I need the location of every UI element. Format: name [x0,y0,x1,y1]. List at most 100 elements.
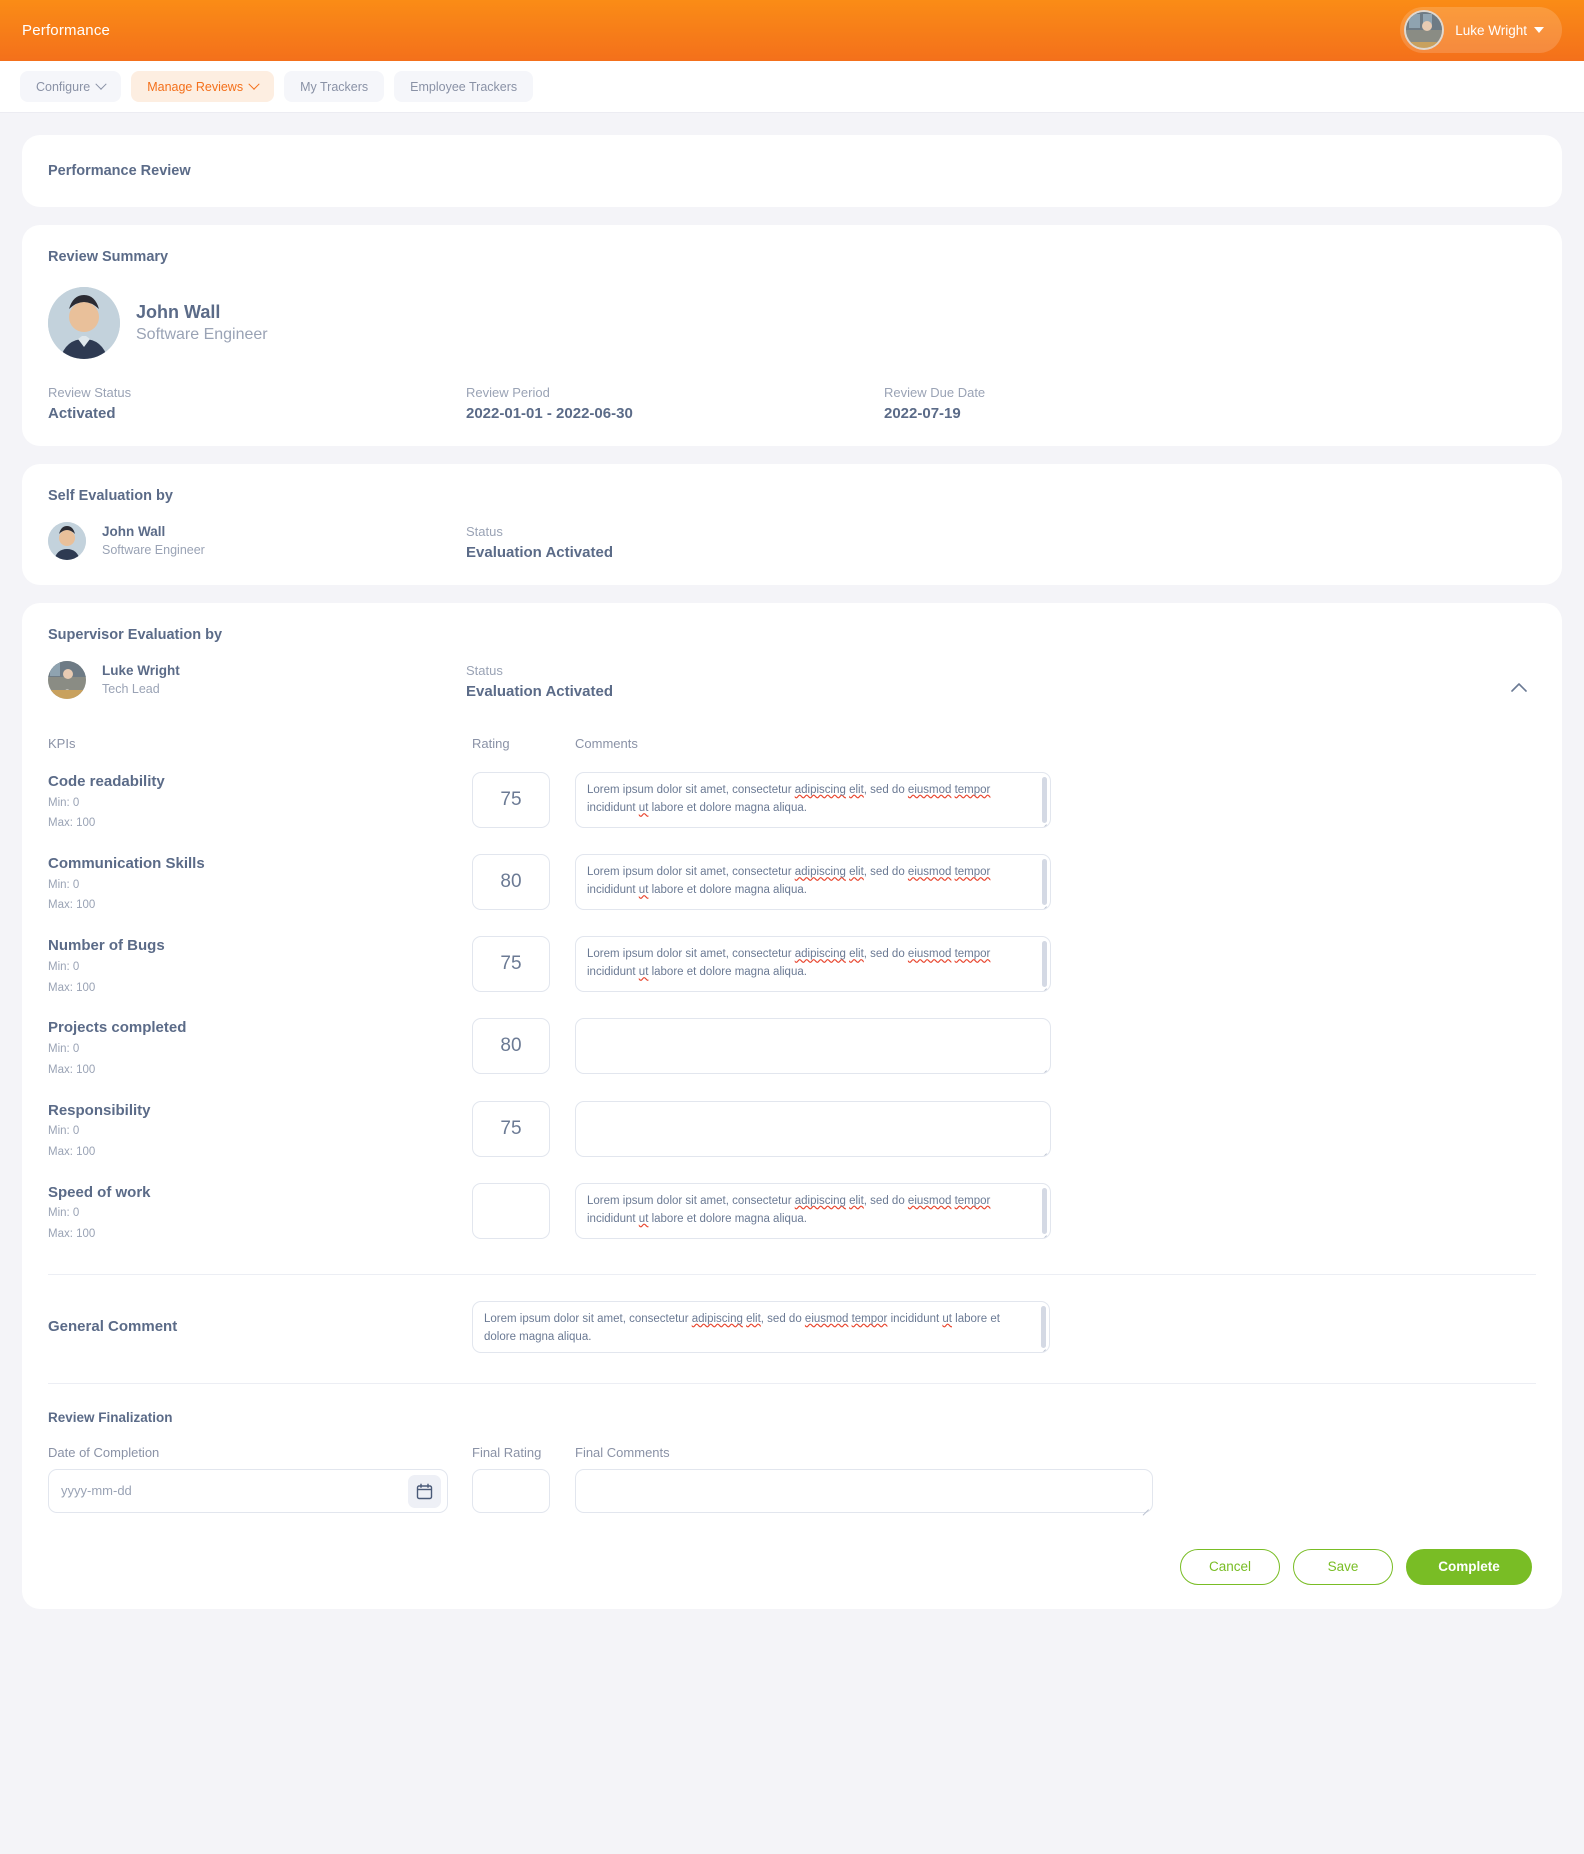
supervisor-evaluation-status: Status Evaluation Activated [466,661,613,700]
final-comments-label: Final Comments [575,1444,670,1460]
kpi-max: Max: 100 [48,981,96,994]
general-comment-label: General Comment [48,1318,178,1336]
employee-block: John Wall Software Engineer [48,287,1536,359]
kpi-comment-cell: Lorem ipsum dolor sit amet, consectetur … [575,936,1536,993]
kpi-comment-cell: Lorem ipsum dolor sit amet, consectetur … [575,854,1536,911]
stat-value: 2022-01-01 - 2022-06-30 [466,405,633,422]
column-header-comments: Comments [575,736,638,751]
user-menu[interactable]: Luke Wright [1400,7,1562,53]
column-header-kpis: KPIs [48,736,76,751]
kpi-comment-textarea[interactable]: Lorem ipsum dolor sit amet, consectetur … [575,772,1051,828]
self-evaluator-role: Software Engineer [102,542,205,557]
nav-item-manage-reviews[interactable]: Manage Reviews [131,71,275,102]
user-name: Luke Wright [1455,22,1527,38]
resize-handle-icon[interactable] [1039,1063,1048,1072]
resize-handle-icon[interactable] [1141,1502,1150,1511]
kpi-table-header: KPIs Rating Comments [48,736,1536,751]
review-summary-card: Review Summary John Wall Software Engine… [22,225,1562,446]
cancel-button[interactable]: Cancel [1180,1548,1280,1585]
stat-label: Review Status [48,385,132,400]
kpi-comment-cell: Lorem ipsum dolor sit amet, consectetur … [575,772,1536,828]
kpi-comment-text: Lorem ipsum dolor sit amet, consectetur … [587,866,991,897]
self-evaluation-header: John Wall Software Engineer Status Evalu… [48,522,1536,561]
self-evaluator-name: John Wall [102,524,166,540]
kpi-comment-cell: Lorem ipsum dolor sit amet, consectetur … [575,1182,1536,1239]
supervisor-block: Luke Wright Tech Lead [48,661,466,699]
scrollbar[interactable] [1042,777,1047,823]
self-evaluation-status: Status Evaluation Activated [466,522,613,561]
kpi-rating-input[interactable]: 75 [472,1100,550,1157]
supervisor-name: Luke Wright [102,663,180,679]
kpi-max: Max: 100 [48,1227,96,1240]
self-evaluation-title: Self Evaluation by [48,488,173,504]
kpi-comment-textarea[interactable] [575,1100,1051,1157]
kpi-rating-cell: 75 [472,772,575,828]
kpi-rating-cell: 80 [472,1018,575,1075]
date-of-completion-label: Date of Completion [48,1444,160,1460]
kpi-info: Communication Skills Min: 0 Max: 100 [48,854,472,915]
kpi-row: Number of Bugs Min: 0 Max: 100 75 Lorem ipsu… [48,936,1536,997]
scrollbar[interactable] [1041,1305,1046,1348]
review-finalization-row: Date of Completion yyyy-mm-dd Final Rati… [48,1445,1536,1513]
complete-button[interactable]: Complete [1406,1548,1532,1585]
kpi-rating-input[interactable]: 80 [472,1018,550,1075]
page-content: Performance Review Review Summary John W… [0,113,1584,1667]
kpi-row: Projects completed Min: 0 Max: 100 80 [48,1018,1536,1079]
scrollbar[interactable] [1042,941,1047,988]
scrollbar[interactable] [1042,859,1047,906]
supervisor-evaluation-header: Luke Wright Tech Lead Status Evaluation … [48,661,1536,700]
kpi-rating-input[interactable]: 75 [472,772,550,828]
kpi-row: Speed of work Min: 0 Max: 100 Lorem ipsum d… [48,1182,1536,1244]
divider [48,1273,1536,1275]
column-header-rating: Rating [472,736,510,751]
nav-label-employee-trackers: Employee Trackers [410,79,518,94]
nav-item-configure[interactable]: Configure [20,71,122,102]
kpi-comment-text: Lorem ipsum dolor sit amet, consectetur … [587,784,991,815]
date-of-completion-input[interactable]: yyyy-mm-dd [48,1468,448,1513]
kpi-min: Min: 0 [48,960,80,973]
nav-label-configure: Configure [36,79,91,94]
kpi-name: Projects completed [48,1019,187,1037]
kpi-comment-textarea[interactable]: Lorem ipsum dolor sit amet, consectetur … [575,1182,1051,1239]
final-comments-textarea[interactable] [575,1468,1153,1513]
chevron-down-icon [248,78,260,90]
status-value: Evaluation Activated [466,683,613,700]
kpi-max: Max: 100 [48,1063,96,1076]
page-title: Performance Review [48,163,191,179]
general-comment-text: Lorem ipsum dolor sit amet, consectetur … [484,1312,1000,1343]
kpi-info: Speed of work Min: 0 Max: 100 [48,1183,472,1244]
supervisor-role: Tech Lead [102,681,160,696]
self-evaluator-avatar [48,522,86,560]
nav-item-employee-trackers[interactable]: Employee Trackers [394,71,534,102]
stat-review-status: Review Status Activated [48,385,466,422]
calendar-icon[interactable] [408,1474,441,1508]
kpi-comment-textarea[interactable]: Lorem ipsum dolor sit amet, consectetur … [575,854,1051,911]
kpi-rating-cell: 75 [472,1100,575,1157]
scrollbar[interactable] [1042,1187,1047,1234]
status-label: Status [466,524,503,539]
general-comment-textarea[interactable]: Lorem ipsum dolor sit amet, consectetur … [472,1300,1050,1353]
kpi-min: Min: 0 [48,878,80,891]
kpi-row: Communication Skills Min: 0 Max: 100 80 Lore… [48,854,1536,915]
supervisor-evaluation-card: Supervisor Evaluation by Luke Wright Tec… [22,603,1562,1609]
kpi-rating-input[interactable]: 80 [472,854,550,911]
stat-review-period: Review Period 2022-01-01 - 2022-06-30 [466,385,884,422]
kpi-rating-input[interactable]: 75 [472,936,550,993]
kpi-info: Code readability Min: 0 Max: 100 [48,772,472,833]
nav-item-my-trackers[interactable]: My Trackers [284,71,385,102]
save-button[interactable]: Save [1293,1548,1393,1585]
general-comment-row: General Comment Lorem ipsum dolor sit am… [48,1300,1536,1353]
kpi-rating-input[interactable] [472,1182,550,1239]
final-rating-input[interactable] [472,1468,550,1513]
kpi-comment-textarea[interactable] [575,1018,1051,1075]
kpi-row: Code readability Min: 0 Max: 100 75 Lorem ip… [48,772,1536,833]
stat-label: Review Period [466,385,550,400]
kpi-min: Min: 0 [48,1207,80,1220]
kpi-info: Number of Bugs Min: 0 Max: 100 [48,936,472,997]
kpi-comment-textarea[interactable]: Lorem ipsum dolor sit amet, consectetur … [575,936,1051,993]
resize-handle-icon[interactable] [1039,1146,1048,1155]
nav-label-my-trackers: My Trackers [300,79,369,94]
chevron-up-icon[interactable] [1506,675,1532,701]
kpi-rating-cell [472,1182,575,1239]
kpi-rating-cell: 75 [472,936,575,993]
